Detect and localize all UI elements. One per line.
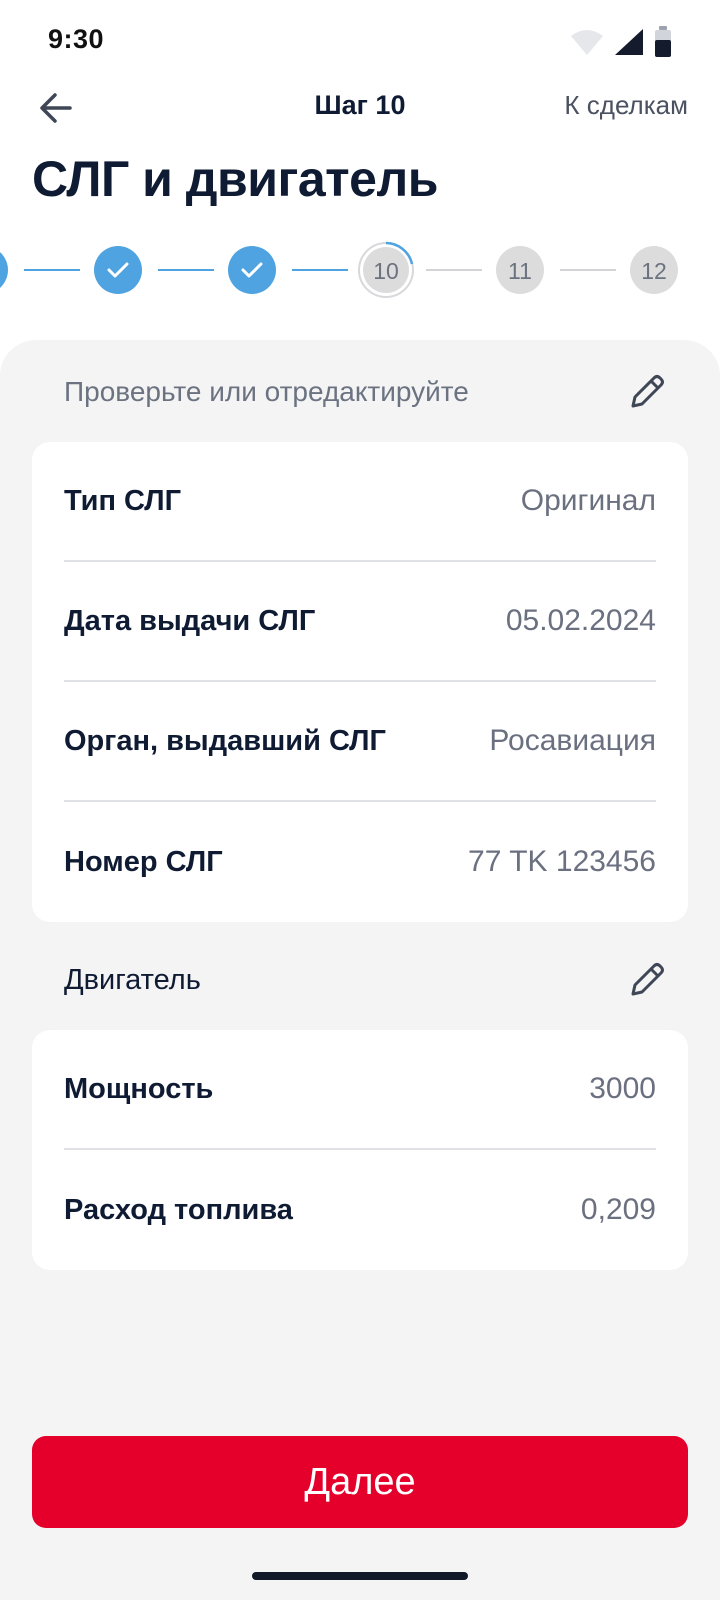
engine-section-header: Двигатель [64,950,672,1010]
row-value: Росавиация [489,724,656,757]
row-label: Мощность [64,1072,214,1105]
home-indicator [252,1572,468,1580]
edit-slg-button[interactable] [622,367,672,417]
slg-type-row[interactable]: Тип СЛГ Оригинал [64,442,656,562]
engine-fuel-row[interactable]: Расход топлива 0,209 [64,1150,656,1270]
engine-power-row[interactable]: Мощность 3000 [64,1030,656,1150]
step-number: 10 [373,258,399,284]
row-value: 0,209 [580,1193,656,1226]
status-icons [570,26,672,58]
row-value: 3000 [589,1072,656,1105]
row-label: Дата выдачи СЛГ [64,604,316,637]
slg-issuer-row[interactable]: Орган, выдавший СЛГ Росавиация [64,682,656,802]
edit-engine-button[interactable] [622,955,672,1005]
row-value: 77 TK 123456 [468,845,656,878]
section-title: Двигатель [64,963,201,996]
row-label: Тип СЛГ [64,484,182,517]
row-value: Оригинал [520,484,656,517]
slg-details-card: Тип СЛГ Оригинал Дата выдачи СЛГ 05.02.2… [32,442,688,922]
step-number: 12 [641,258,667,284]
step-done-circle [0,252,8,288]
to-deals-link[interactable]: К сделкам [564,90,688,121]
row-label: Расход топлива [64,1193,293,1226]
section-hint: Проверьте или отредактируйте [64,376,469,407]
engine-details-card: Мощность 3000 Расход топлива 0,209 [32,1030,688,1270]
row-label: Орган, выдавший СЛГ [64,724,386,757]
page-title: СЛГ и двигатель [32,151,438,207]
pencil-icon [631,375,664,408]
next-button[interactable]: Далее [32,1436,688,1528]
row-label: Номер СЛГ [64,845,223,878]
step-done [94,246,142,294]
content-panel: Проверьте или отредактируйте Тип СЛГ Ори… [0,340,720,1600]
progress-stepper: 10 11 12 [0,240,720,312]
signal-icon [615,29,643,55]
slg-section-header: Проверьте или отредактируйте [64,362,672,422]
top-navigation: Шаг 10 К сделкам [0,80,720,148]
slg-issue-date-row[interactable]: Дата выдачи СЛГ 05.02.2024 [64,562,656,682]
stepper-graphic: 10 11 12 [0,241,678,298]
wifi-icon [571,30,603,55]
status-time: 9:30 [48,24,105,54]
battery-icon [655,26,671,57]
step-number: 11 [508,258,532,284]
pencil-icon [631,963,664,996]
step-done [228,246,276,294]
status-bar: 9:30 [0,0,720,80]
row-value: 05.02.2024 [505,604,656,637]
slg-number-row[interactable]: Номер СЛГ 77 TK 123456 [64,802,656,922]
